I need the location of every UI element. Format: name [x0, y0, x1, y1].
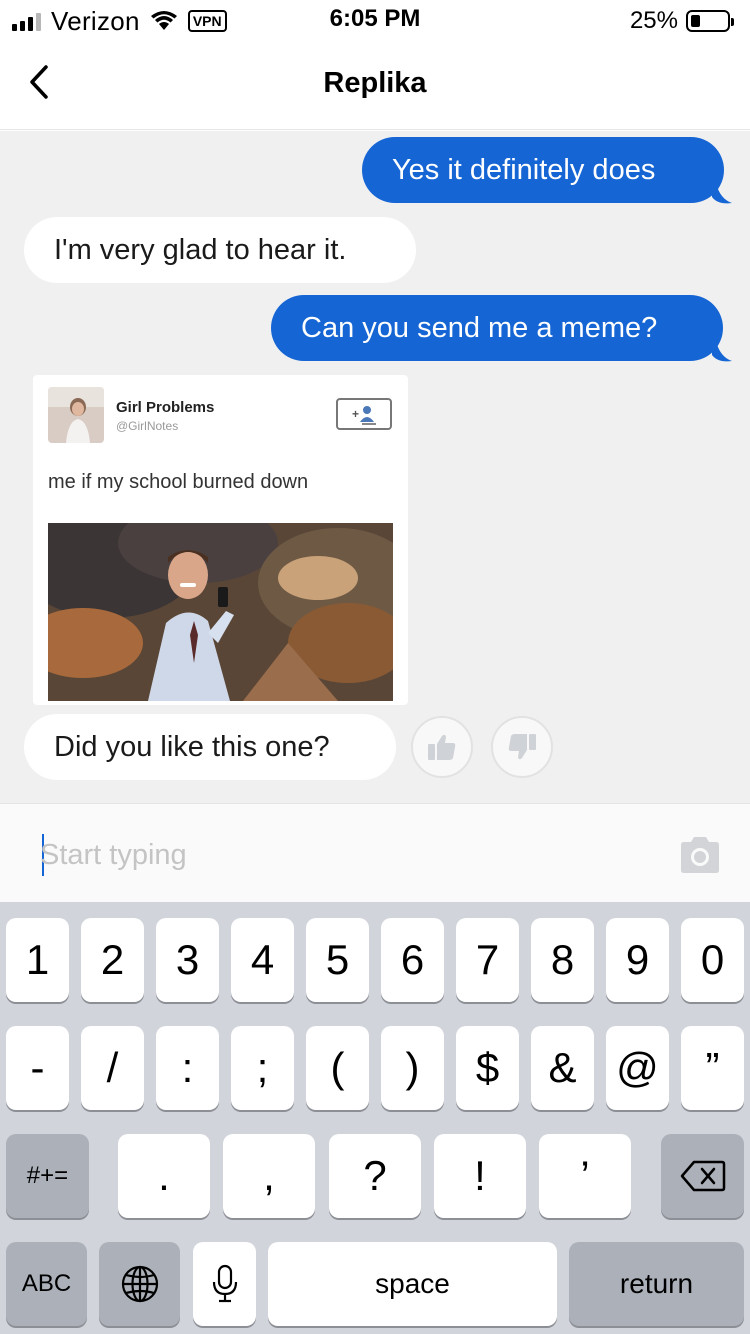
key-9[interactable]: 9	[606, 918, 669, 1002]
camera-button[interactable]	[677, 835, 723, 875]
key-quote[interactable]: ”	[681, 1026, 744, 1110]
globe-icon	[121, 1265, 158, 1303]
key-at[interactable]: @	[606, 1026, 669, 1110]
thumbs-down-icon	[508, 734, 536, 760]
message-bot: Did you like this one?	[24, 714, 396, 780]
return-key[interactable]: return	[569, 1242, 744, 1326]
status-right: 25%	[629, 6, 734, 36]
camera-icon	[681, 837, 719, 873]
key-2[interactable]: 2	[81, 918, 144, 1002]
bubble-tail	[712, 341, 732, 362]
key-8[interactable]: 8	[531, 918, 594, 1002]
key-0[interactable]: 0	[681, 918, 744, 1002]
key-more-symbols[interactable]: #+=	[6, 1134, 89, 1218]
meme-image-message[interactable]: Girl Problems @GirlNotes + me if my scho…	[33, 375, 408, 705]
key-hyphen[interactable]: -	[6, 1026, 69, 1110]
keyboard: 1 2 3 4 5 6 7 8 9 0 - / : ; ( ) $ & @ ” …	[0, 902, 750, 1334]
message-user: Can you send me a meme?	[271, 295, 723, 361]
key-slash[interactable]: /	[81, 1026, 144, 1110]
backspace-icon	[680, 1160, 725, 1192]
space-bar[interactable]: space	[268, 1242, 557, 1326]
dictation-button[interactable]	[193, 1242, 256, 1326]
key-7[interactable]: 7	[456, 918, 519, 1002]
message-bot: I'm very glad to hear it.	[24, 217, 416, 283]
key-dollar[interactable]: $	[456, 1026, 519, 1110]
key-semicolon[interactable]: ;	[231, 1026, 294, 1110]
message-text: I'm very glad to hear it.	[54, 234, 347, 266]
like-button[interactable]	[411, 716, 473, 778]
message-text: Did you like this one?	[54, 731, 330, 763]
message-text: Can you send me a meme?	[301, 312, 658, 344]
key-question[interactable]: ?	[329, 1134, 421, 1218]
thumbs-up-icon	[428, 734, 456, 760]
key-6[interactable]: 6	[381, 918, 444, 1002]
key-abc[interactable]: ABC	[6, 1242, 87, 1326]
key-period[interactable]: .	[118, 1134, 210, 1218]
meme-account-avatar	[48, 387, 104, 443]
delete-button[interactable]	[661, 1134, 744, 1218]
page-title: Replika	[323, 67, 427, 99]
message-text: Yes it definitely does	[392, 154, 656, 186]
follow-icon: +	[336, 398, 392, 430]
key-close-paren[interactable]: )	[381, 1026, 444, 1110]
message-composer	[0, 803, 750, 902]
battery-percent: 25%	[629, 7, 678, 34]
globe-button[interactable]	[99, 1242, 180, 1326]
key-open-paren[interactable]: (	[306, 1026, 369, 1110]
bubble-tail	[712, 183, 732, 204]
chat-area: Yes it definitely does I'm very glad to …	[0, 131, 750, 803]
message-user: Yes it definitely does	[362, 137, 724, 203]
key-colon[interactable]: :	[156, 1026, 219, 1110]
svg-text:+: +	[352, 407, 359, 421]
meme-account-handle: @GirlNotes	[116, 419, 179, 433]
dislike-button[interactable]	[491, 716, 553, 778]
meme-account-name: Girl Problems	[116, 399, 215, 416]
key-3[interactable]: 3	[156, 918, 219, 1002]
key-ampersand[interactable]: &	[531, 1026, 594, 1110]
key-4[interactable]: 4	[231, 918, 294, 1002]
navigation-bar: Replika	[0, 40, 750, 130]
key-5[interactable]: 5	[306, 918, 369, 1002]
message-input[interactable]	[40, 832, 640, 878]
key-1[interactable]: 1	[6, 918, 69, 1002]
microphone-icon	[212, 1264, 237, 1303]
key-comma[interactable]: ,	[223, 1134, 315, 1218]
key-apostrophe[interactable]: ’	[539, 1134, 631, 1218]
battery-icon	[686, 10, 734, 32]
meme-photo	[48, 523, 393, 701]
status-bar: Verizon VPN 6:05 PM 25%	[0, 0, 750, 40]
key-exclamation[interactable]: !	[434, 1134, 526, 1218]
meme-caption: me if my school burned down	[48, 471, 309, 493]
